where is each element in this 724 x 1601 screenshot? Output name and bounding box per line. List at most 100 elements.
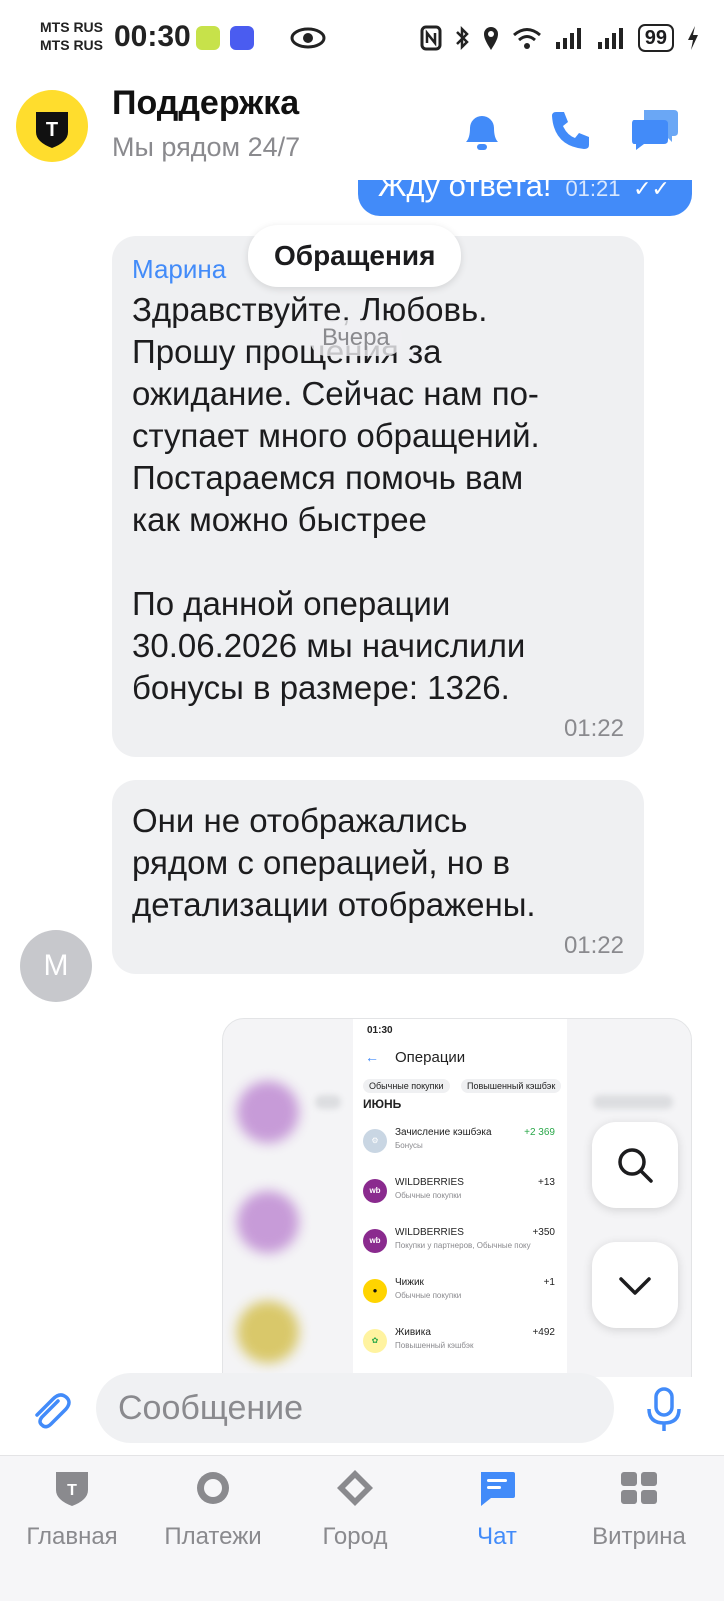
phone-icon[interactable] bbox=[546, 106, 594, 154]
status-bar: MTS RUS MTS RUS 00:30 99 bbox=[0, 0, 724, 80]
incoming-message[interactable]: Они не отображались рядом с операцией, н… bbox=[112, 780, 644, 974]
mini-operation-row: ● Чижик Обычные покупки +1 bbox=[353, 1275, 567, 1319]
message-input[interactable] bbox=[96, 1373, 614, 1443]
mini-tab: Обычные покупки bbox=[363, 1079, 450, 1093]
message-text: Жду ответа! bbox=[377, 180, 552, 203]
chat-header: T Поддержка Мы рядом 24/7 bbox=[0, 80, 724, 180]
tab-label: Платежи bbox=[164, 1523, 262, 1550]
mini-row-category: Обычные покупки bbox=[395, 1191, 462, 1200]
read-checkmarks-icon: ✓✓ bbox=[633, 180, 670, 201]
blurred-icon bbox=[237, 1191, 299, 1253]
signal-icon bbox=[597, 28, 623, 49]
tab-payments[interactable]: Платежи bbox=[141, 1468, 285, 1551]
search-button[interactable] bbox=[592, 1122, 678, 1208]
mini-row-name: Зачисление кэшбэка bbox=[395, 1127, 492, 1138]
mini-tab: Повышенный кэшбэк bbox=[461, 1079, 562, 1093]
charging-icon bbox=[688, 26, 698, 50]
mini-row-category: Покупки у партнеров, Обычные поку bbox=[395, 1241, 531, 1250]
mini-row-name: Чижик bbox=[395, 1277, 424, 1288]
blurred-text bbox=[315, 1095, 341, 1109]
tab-chat[interactable]: Чат bbox=[425, 1468, 569, 1551]
status-clock: 00:30 bbox=[114, 20, 191, 53]
carrier-labels: MTS RUS MTS RUS bbox=[40, 18, 103, 54]
zhivika-icon: ✿ bbox=[363, 1329, 387, 1353]
mini-row-name: Живика bbox=[395, 1327, 431, 1338]
tab-label: Город bbox=[322, 1523, 388, 1550]
gear-icon: ⚙ bbox=[363, 1129, 387, 1153]
bank-logo-avatar[interactable]: T bbox=[16, 90, 88, 162]
tab-label: Чат bbox=[477, 1523, 517, 1550]
mini-row-name: WILDBERRIES bbox=[395, 1177, 464, 1188]
mini-row-amount: +2 369 bbox=[524, 1127, 555, 1138]
nfc-icon bbox=[420, 25, 442, 51]
microphone-icon[interactable] bbox=[644, 1387, 684, 1433]
attach-paperclip-icon[interactable] bbox=[28, 1389, 72, 1433]
mini-row-amount: +492 bbox=[532, 1327, 555, 1338]
mini-row-category: Бонусы bbox=[395, 1141, 423, 1150]
app-notification-icon bbox=[230, 26, 254, 50]
chevron-down-icon bbox=[619, 1277, 651, 1295]
chizhik-icon: ● bbox=[363, 1279, 387, 1303]
tab-showcase[interactable]: Витрина bbox=[567, 1468, 711, 1551]
back-arrow-icon: ← bbox=[365, 1049, 379, 1065]
mini-row-amount: +13 bbox=[538, 1177, 555, 1188]
outgoing-message[interactable]: Жду ответа! 01:21 ✓✓ bbox=[357, 180, 692, 216]
bluetooth-icon bbox=[455, 25, 469, 51]
circle-icon bbox=[197, 1472, 229, 1504]
message-time: 01:22 bbox=[563, 715, 624, 742]
wildberries-icon: wb bbox=[363, 1179, 387, 1203]
carrier-2: MTS RUS bbox=[40, 37, 103, 53]
bell-icon[interactable] bbox=[458, 106, 506, 154]
agent-avatar[interactable]: М bbox=[20, 930, 92, 1002]
tab-label: Главная bbox=[26, 1523, 118, 1550]
chat-icon bbox=[481, 1472, 515, 1506]
battery-indicator: 99 bbox=[637, 24, 674, 52]
wildberries-icon: wb bbox=[363, 1229, 387, 1253]
eye-icon bbox=[290, 27, 326, 49]
tab-label: Витрина bbox=[592, 1523, 686, 1550]
mini-title: Операции bbox=[395, 1049, 466, 1066]
mini-operation-row: wb WILDBERRIES Обычные покупки +13 bbox=[353, 1175, 567, 1219]
mini-operation-row: ⚙ Зачисление кэшбэка Бонусы +2 369 bbox=[353, 1125, 567, 1169]
message-composer bbox=[0, 1373, 724, 1455]
mini-operation-row: wb WILDBERRIES Покупки у партнеров, Обыч… bbox=[353, 1225, 567, 1269]
carrier-1: MTS RUS bbox=[40, 19, 103, 35]
shield-icon: T bbox=[56, 1472, 88, 1506]
chat-thread[interactable]: Жду ответа! 01:21 ✓✓ Марина Здравствуйте,… bbox=[0, 180, 724, 1377]
mini-row-amount: +350 bbox=[532, 1227, 555, 1238]
chat-title: Поддержка bbox=[112, 84, 300, 122]
blurred-text bbox=[593, 1095, 673, 1109]
grid-icon bbox=[621, 1472, 657, 1504]
scroll-down-button[interactable] bbox=[592, 1242, 678, 1328]
mini-row-amount: +1 bbox=[543, 1277, 555, 1288]
search-icon bbox=[618, 1148, 653, 1183]
shield-logo-icon: T bbox=[36, 112, 68, 148]
message-text: Они не отображались рядом с операцией, н… bbox=[132, 802, 536, 923]
svg-text:T: T bbox=[67, 1482, 77, 1499]
diamond-icon bbox=[337, 1470, 373, 1506]
mini-row-category: Повышенный кэшбэк bbox=[395, 1341, 474, 1350]
svg-text:T: T bbox=[46, 119, 58, 141]
message-time: 01:21 bbox=[565, 180, 621, 201]
status-icons: 99 bbox=[420, 22, 700, 54]
blurred-icon bbox=[237, 1301, 299, 1363]
mini-month: ИЮНЬ bbox=[363, 1097, 402, 1111]
date-separator: Вчера bbox=[310, 320, 402, 356]
bottom-tab-bar: T Главная Платежи Город Чат Витрина bbox=[0, 1455, 724, 1601]
mini-row-name: WILDBERRIES bbox=[395, 1227, 464, 1238]
chat-subtitle: Мы рядом 24/7 bbox=[112, 132, 301, 162]
chat-bubbles-icon[interactable] bbox=[630, 106, 680, 154]
tab-city[interactable]: Город bbox=[283, 1468, 427, 1551]
blurred-icon bbox=[237, 1081, 299, 1143]
wifi-icon bbox=[512, 28, 541, 49]
message-time: 01:22 bbox=[563, 932, 624, 959]
incoming-message[interactable]: Марина Здравствуйте, Любовь. Прошу проще… bbox=[112, 236, 644, 757]
requests-pill-button[interactable]: Обращения bbox=[248, 225, 462, 287]
app-notification-icon bbox=[196, 26, 220, 50]
mini-status-time: 01:30 bbox=[367, 1025, 393, 1036]
location-icon bbox=[483, 27, 498, 50]
mini-operation-row: ✿ Живика Повышенный кэшбэк +492 bbox=[353, 1325, 567, 1369]
tab-main[interactable]: T Главная bbox=[0, 1468, 144, 1551]
operations-screenshot: 01:30 ← Операции Обычные покупки Повышен… bbox=[353, 1019, 567, 1377]
signal-icon bbox=[555, 28, 581, 49]
